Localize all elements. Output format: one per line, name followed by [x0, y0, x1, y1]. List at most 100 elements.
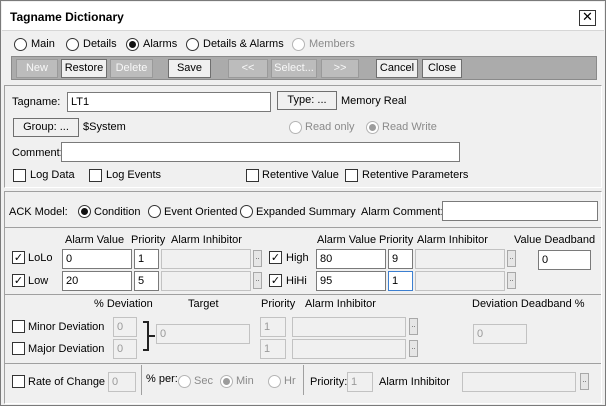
comment-input[interactable]	[61, 142, 460, 162]
log-events-label[interactable]: Log Events	[106, 169, 161, 181]
lolo-label: LoLo	[28, 252, 53, 264]
ack-event-oriented-label[interactable]: Event Oriented	[164, 206, 237, 218]
roc-sec-label[interactable]: Sec	[194, 375, 213, 387]
ack-expanded-summary-radio[interactable]	[240, 205, 253, 218]
low-inhibitor-input[interactable]	[161, 271, 251, 291]
high-inhibitor-input[interactable]	[415, 249, 505, 269]
rate-of-change-checkbox[interactable]	[12, 375, 25, 388]
hihi-inhibitor-browse-button[interactable]: ..	[507, 272, 516, 289]
header-target: Target	[188, 298, 219, 310]
ack-event-oriented-radio[interactable]	[148, 205, 161, 218]
roc-min-label[interactable]: Min	[236, 375, 254, 387]
tagname-input[interactable]: LT1	[67, 92, 271, 112]
alarm-comment-label: Alarm Comment:	[361, 206, 444, 218]
tab-members[interactable]: Members	[309, 38, 355, 50]
roc-hr-radio[interactable]	[268, 375, 281, 388]
read-only-radio[interactable]	[289, 121, 302, 134]
close-button[interactable]: Close	[422, 59, 462, 78]
low-priority-input[interactable]: 5	[134, 271, 159, 291]
group-value: $System	[83, 121, 126, 133]
header-value-deadband: Value Deadband	[514, 234, 596, 246]
log-data-checkbox[interactable]	[13, 169, 26, 182]
group-button[interactable]: Group: ...	[13, 118, 79, 137]
deviation-deadband-input[interactable]: 0	[473, 324, 527, 344]
lolo-value-input[interactable]: 0	[62, 249, 132, 269]
ack-expanded-summary-label[interactable]: Expanded Summary	[256, 206, 356, 218]
lolo-inhibitor-browse-button[interactable]: ..	[253, 250, 262, 267]
tab-alarms-radio[interactable]	[126, 38, 139, 51]
retentive-value-checkbox[interactable]	[246, 169, 259, 182]
roc-min-radio[interactable]	[220, 375, 233, 388]
tagname-label: Tagname:	[12, 96, 61, 108]
roc-per-label: % per:	[146, 373, 178, 385]
retentive-parameters-label[interactable]: Retentive Parameters	[362, 169, 468, 181]
lolo-inhibitor-input[interactable]	[161, 249, 251, 269]
roc-priority-input[interactable]: 1	[347, 372, 373, 392]
retentive-parameters-checkbox[interactable]	[345, 169, 358, 182]
tab-main[interactable]: Main	[31, 38, 55, 50]
tab-alarms[interactable]: Alarms	[143, 38, 177, 50]
roc-inhibitor-input[interactable]	[462, 372, 576, 392]
roc-inhibitor-browse-button[interactable]: ..	[580, 373, 589, 390]
roc-hr-label[interactable]: Hr	[284, 375, 296, 387]
type-button[interactable]: Type: ...	[277, 91, 337, 110]
minor-deviation-input[interactable]: 0	[113, 317, 137, 337]
next-button[interactable]: >>	[321, 59, 359, 78]
new-button[interactable]: New	[16, 59, 58, 78]
rate-of-change-input[interactable]: 0	[108, 372, 136, 392]
lolo-checkbox[interactable]: ✓	[12, 251, 25, 264]
comment-label: Comment:	[12, 147, 63, 159]
header-inhibitor-left: Alarm Inhibitor	[171, 234, 242, 246]
minor-inhibitor-browse-button[interactable]: ..	[409, 318, 418, 335]
hihi-priority-input[interactable]: 1	[388, 271, 413, 291]
major-inhibitor-input[interactable]	[292, 339, 406, 359]
tab-details-alarms-radio[interactable]	[186, 38, 199, 51]
hihi-inhibitor-input[interactable]	[415, 271, 505, 291]
ack-model-label: ACK Model:	[9, 206, 68, 218]
high-value-input[interactable]: 80	[316, 249, 386, 269]
major-inhibitor-browse-button[interactable]: ..	[409, 340, 418, 357]
tab-members-radio[interactable]	[292, 38, 305, 51]
header-deviation-deadband: Deviation Deadband %	[472, 298, 585, 310]
lolo-priority-input[interactable]: 1	[134, 249, 159, 269]
log-data-label[interactable]: Log Data	[30, 169, 75, 181]
hihi-value-input[interactable]: 95	[316, 271, 386, 291]
minor-inhibitor-input[interactable]	[292, 317, 406, 337]
tab-details-radio[interactable]	[66, 38, 79, 51]
low-inhibitor-browse-button[interactable]: ..	[253, 272, 262, 289]
tab-details-alarms[interactable]: Details & Alarms	[203, 38, 284, 50]
ack-condition-radio[interactable]	[78, 205, 91, 218]
high-checkbox[interactable]: ✓	[269, 251, 282, 264]
tab-details[interactable]: Details	[83, 38, 117, 50]
read-write-label[interactable]: Read Write	[382, 121, 437, 133]
previous-button[interactable]: <<	[228, 59, 268, 78]
minor-deviation-checkbox[interactable]	[12, 320, 25, 333]
divider	[5, 294, 601, 295]
title-bar[interactable]: Tagname Dictionary ✕	[2, 2, 604, 31]
read-write-radio[interactable]	[366, 121, 379, 134]
log-events-checkbox[interactable]	[89, 169, 102, 182]
cancel-button[interactable]: Cancel	[376, 59, 418, 78]
read-only-label[interactable]: Read only	[305, 121, 355, 133]
delete-button[interactable]: Delete	[110, 59, 153, 78]
tab-main-radio[interactable]	[14, 38, 27, 51]
hihi-checkbox[interactable]: ✓	[269, 274, 282, 287]
low-value-input[interactable]: 20	[62, 271, 132, 291]
alarm-comment-input[interactable]	[442, 201, 598, 221]
roc-sec-radio[interactable]	[178, 375, 191, 388]
minor-priority-input[interactable]: 1	[260, 317, 286, 337]
select-button[interactable]: Select...	[271, 59, 317, 78]
major-priority-input[interactable]: 1	[260, 339, 286, 359]
ack-condition-label[interactable]: Condition	[94, 206, 140, 218]
target-input[interactable]: 0	[156, 324, 250, 344]
high-priority-input[interactable]: 9	[388, 249, 413, 269]
close-icon[interactable]: ✕	[579, 10, 596, 26]
high-inhibitor-browse-button[interactable]: ..	[507, 250, 516, 267]
low-checkbox[interactable]: ✓	[12, 274, 25, 287]
major-deviation-input[interactable]: 0	[113, 339, 137, 359]
restore-button[interactable]: Restore	[61, 59, 107, 78]
value-deadband-input[interactable]: 0	[538, 250, 591, 270]
major-deviation-checkbox[interactable]	[12, 342, 25, 355]
retentive-value-label[interactable]: Retentive Value	[262, 169, 339, 181]
save-button[interactable]: Save	[168, 59, 211, 78]
